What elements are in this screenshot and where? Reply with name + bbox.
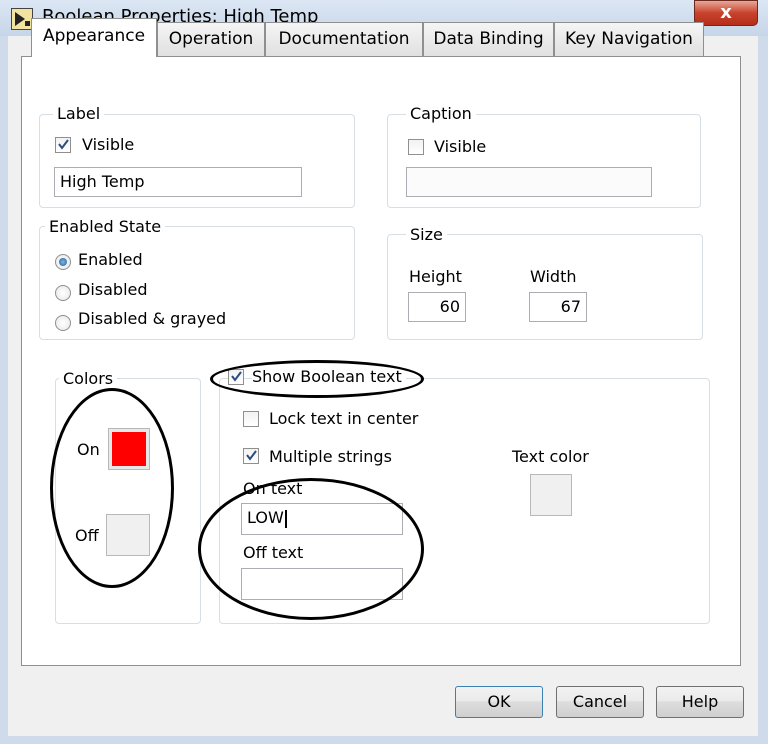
tab-documentation[interactable]: Documentation xyxy=(265,22,423,56)
label-visible-text: Visible xyxy=(82,135,135,154)
off-text-label: Off text xyxy=(243,543,304,562)
disabled-radio-label: Disabled xyxy=(78,280,148,299)
disabled-grayed-radio[interactable] xyxy=(55,315,71,331)
size-group-title: Size xyxy=(406,225,447,245)
height-input[interactable]: 60 xyxy=(408,292,466,322)
tab-operation[interactable]: Operation xyxy=(157,22,265,56)
colors-group xyxy=(55,378,201,624)
width-label: Width xyxy=(530,267,577,286)
show-boolean-text-checkbox[interactable] xyxy=(228,369,244,385)
colors-group-title: Colors xyxy=(59,369,118,389)
caption-visible-checkbox[interactable] xyxy=(408,139,424,155)
caption-text-input[interactable] xyxy=(406,167,652,197)
tab-appearance[interactable]: Appearance xyxy=(31,18,157,57)
width-input[interactable]: 67 xyxy=(529,292,587,322)
dialog-window: Boolean Properties: High Temp x Appearan… xyxy=(0,0,768,744)
caption-group-title: Caption xyxy=(406,104,476,124)
tab-key-navigation[interactable]: Key Navigation xyxy=(554,22,704,56)
off-color-swatch[interactable] xyxy=(106,514,150,556)
label-visible-checkbox[interactable] xyxy=(55,137,71,153)
tab-data-binding[interactable]: Data Binding xyxy=(423,22,554,56)
off-text-input[interactable] xyxy=(241,568,403,600)
enabled-radio-label: Enabled xyxy=(78,250,143,269)
label-text-input[interactable]: High Temp xyxy=(54,167,302,197)
show-boolean-text-label: Show Boolean text xyxy=(252,367,406,387)
off-color-label: Off xyxy=(75,526,99,545)
disabled-radio[interactable] xyxy=(55,285,71,301)
lock-text-center-label: Lock text in center xyxy=(269,409,419,428)
text-color-swatch[interactable] xyxy=(530,474,572,516)
enabled-state-title: Enabled State xyxy=(45,217,166,237)
text-color-label: Text color xyxy=(512,447,589,466)
label-group-title: Label xyxy=(53,104,105,124)
height-label: Height xyxy=(409,267,462,286)
enabled-radio[interactable] xyxy=(55,254,71,270)
on-color-fill xyxy=(112,432,146,466)
ok-button[interactable]: OK xyxy=(455,686,543,718)
lock-text-center-checkbox[interactable] xyxy=(243,411,259,427)
caption-visible-text: Visible xyxy=(434,137,487,156)
cancel-button[interactable]: Cancel xyxy=(556,686,644,718)
on-color-swatch[interactable] xyxy=(108,428,150,470)
multiple-strings-checkbox[interactable] xyxy=(243,448,259,464)
multiple-strings-label: Multiple strings xyxy=(269,447,392,466)
close-icon: x xyxy=(720,2,732,23)
labview-app-icon xyxy=(11,8,33,30)
on-text-input[interactable]: LOW xyxy=(241,503,403,535)
size-group xyxy=(387,234,703,340)
on-color-label: On xyxy=(77,440,100,459)
disabled-grayed-radio-label: Disabled & grayed xyxy=(78,309,227,328)
help-button[interactable]: Help xyxy=(656,686,744,718)
on-text-label: On text xyxy=(243,479,303,498)
text-cursor xyxy=(284,509,287,528)
